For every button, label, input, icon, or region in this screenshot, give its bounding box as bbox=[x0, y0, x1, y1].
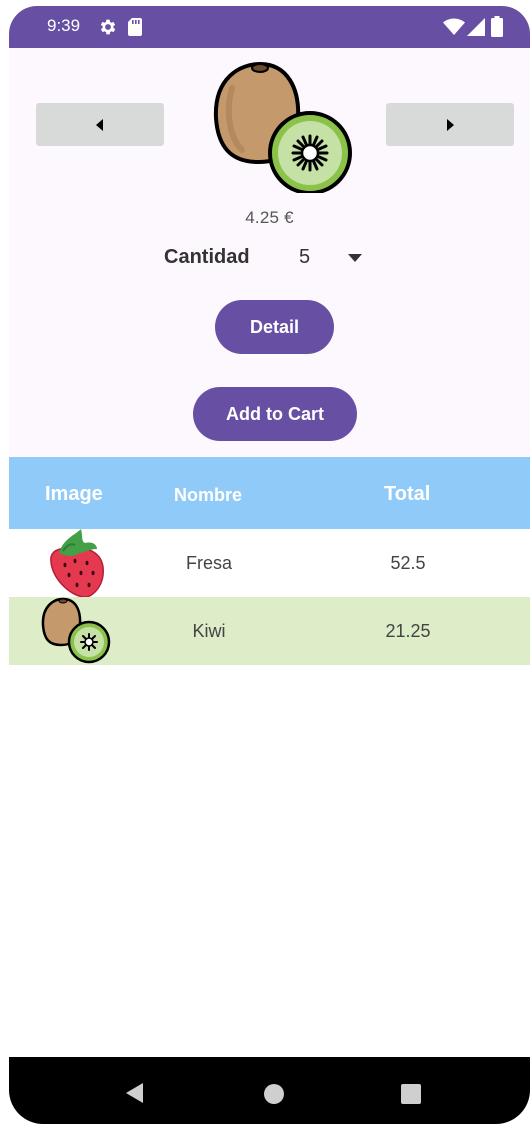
quantity-dropdown[interactable]: 5 bbox=[291, 244, 371, 274]
header-image: Image bbox=[45, 483, 103, 505]
product-price: 4.25 € bbox=[245, 208, 294, 227]
system-nav-bar bbox=[9, 1057, 530, 1124]
row-total: 21.25 bbox=[385, 621, 431, 641]
row-name: Kiwi bbox=[192, 621, 226, 641]
wifi-icon bbox=[443, 18, 465, 35]
detail-button[interactable]: Detail bbox=[215, 300, 334, 354]
app-screen: 9:39 4.25 € Cantidad 5 Detail Add to Car… bbox=[9, 6, 530, 1124]
quantity-value: 5 bbox=[299, 246, 311, 268]
cart-table-header: Image Nombre Total bbox=[9, 457, 530, 529]
add-to-cart-button[interactable]: Add to Cart bbox=[193, 387, 357, 441]
strawberry-icon bbox=[50, 529, 104, 598]
next-product-button[interactable] bbox=[386, 103, 514, 146]
battery-icon bbox=[491, 16, 503, 37]
arrow-right-icon bbox=[447, 119, 454, 131]
gear-icon bbox=[100, 19, 116, 35]
header-total: Total bbox=[384, 483, 431, 505]
home-icon[interactable] bbox=[264, 1084, 284, 1104]
row-total: 52.5 bbox=[390, 553, 426, 573]
previous-product-button[interactable] bbox=[36, 103, 164, 146]
content-empty-area bbox=[9, 665, 530, 1057]
table-row[interactable]: Fresa 52.5 bbox=[9, 529, 530, 598]
signal-icon bbox=[467, 18, 485, 36]
table-row[interactable]: Kiwi 21.25 bbox=[9, 597, 530, 665]
dropdown-arrow-icon bbox=[348, 254, 362, 262]
recents-icon[interactable] bbox=[401, 1084, 421, 1104]
kiwi-icon bbox=[213, 61, 352, 193]
arrow-left-icon bbox=[96, 119, 103, 131]
status-bar: 9:39 bbox=[9, 6, 530, 48]
back-icon[interactable] bbox=[125, 1082, 145, 1104]
status-time: 9:39 bbox=[47, 16, 81, 35]
row-name: Fresa bbox=[185, 553, 232, 573]
header-name: Nombre bbox=[174, 485, 243, 505]
sd-card-icon bbox=[128, 18, 142, 36]
kiwi-icon bbox=[41, 597, 111, 664]
quantity-label: Cantidad bbox=[164, 246, 250, 268]
